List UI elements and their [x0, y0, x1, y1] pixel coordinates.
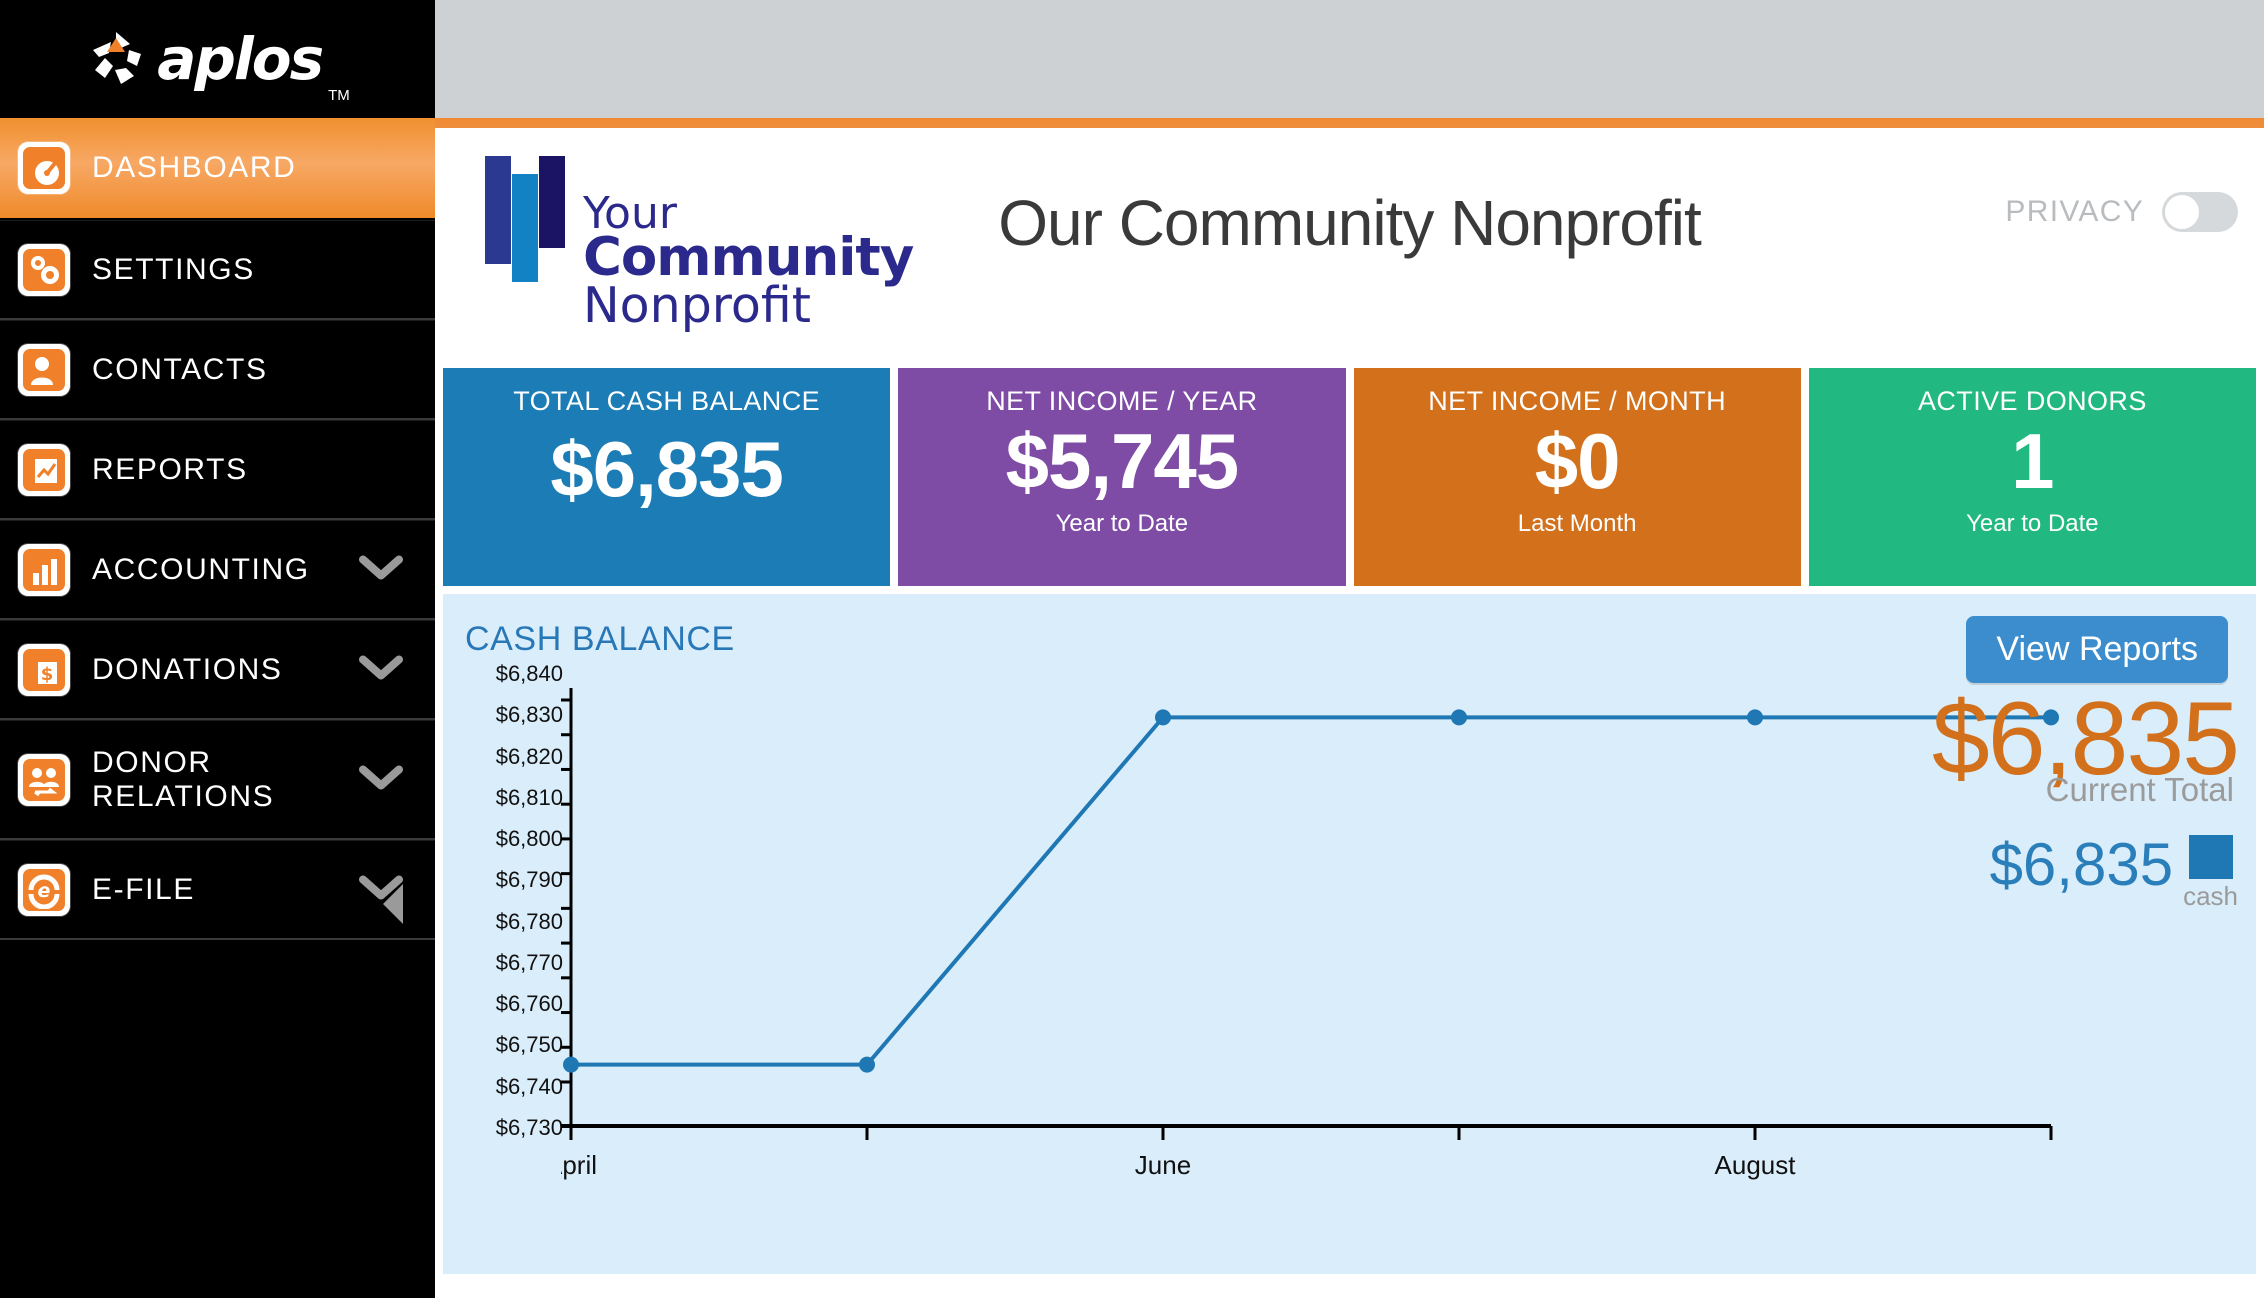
report-chart-icon	[18, 443, 70, 496]
legend-color-swatch	[2188, 834, 2233, 879]
kpi-value: $5,745	[1005, 417, 1240, 505]
kpi-subtitle: Year to Date	[1966, 510, 2099, 538]
sidebar-item-donations[interactable]: $ DONATIONS	[0, 620, 435, 720]
chart-data-point[interactable]	[563, 1056, 579, 1073]
svg-text:$: $	[41, 664, 54, 685]
sidebar-item-reports[interactable]: REPORTS	[0, 420, 435, 520]
x-axis-tick-label: June	[1135, 1150, 1191, 1180]
kpi-value: $6,835	[550, 425, 784, 513]
svg-text:e: e	[38, 880, 51, 902]
sidebar-item-label: DONOR RELATIONS	[92, 745, 275, 813]
chart-data-point[interactable]	[1747, 709, 1763, 726]
sidebar-item-label: SETTINGS	[92, 252, 255, 286]
kpi-subtitle: Year to Date	[1055, 510, 1189, 538]
dashboard-gauge-icon	[18, 142, 70, 194]
kpi-card[interactable]: NET INCOME / MONTH $0 Last Month	[1353, 368, 1801, 586]
kpi-card[interactable]: NET INCOME / YEAR $5,745 Year to Date	[898, 368, 1346, 586]
sidebar-item-accounting[interactable]: ACCOUNTING	[0, 520, 435, 620]
y-axis-tick-label: $6,760	[495, 991, 563, 1017]
trademark-mark: TM	[328, 87, 350, 104]
toggle-knob	[2165, 195, 2199, 229]
y-axis-tick-label: $6,780	[495, 908, 563, 934]
person-card-icon	[18, 343, 70, 396]
privacy-label: PRIVACY	[2005, 195, 2144, 228]
sidebar-item-label: ACCOUNTING	[92, 552, 310, 586]
kpi-title: TOTAL CASH BALANCE	[513, 386, 821, 416]
chevron-down-icon[interactable]	[359, 763, 403, 796]
sidebar-collapse-button[interactable]	[0, 846, 435, 966]
main-content: Your Community Nonprofit Our Community N…	[435, 128, 2264, 1298]
x-axis-tick-label: April	[561, 1150, 597, 1180]
aplos-wordmark: aplos	[157, 25, 324, 93]
logo-line-3: Nonprofit	[583, 277, 811, 335]
y-axis-tick-label: $6,750	[495, 1032, 563, 1058]
top-bar	[435, 0, 2264, 118]
sidebar-item-label: CONTACTS	[92, 352, 268, 386]
donation-dollar-icon: $	[18, 643, 70, 696]
main-sidebar: DASHBOARD SETTINGS CONTACTS REPORTS ACCO…	[0, 118, 435, 1298]
privacy-switch[interactable]	[2162, 192, 2238, 232]
chart-legend: $6,835 cash	[1838, 830, 2238, 912]
efile-icon: e	[18, 863, 70, 916]
kpi-subtitle: Last Month	[1517, 510, 1637, 538]
cash-balance-chart: $6,840 $6,830 $6,820 $6,810 $6,800 $6,790 $6,7…	[443, 661, 2073, 1194]
kpi-title: ACTIVE DONORS	[1918, 386, 2147, 416]
kpi-card[interactable]: TOTAL CASH BALANCE $6,835	[443, 368, 891, 586]
chevron-down-icon[interactable]	[359, 653, 403, 686]
sidebar-item-contacts[interactable]: CONTACTS	[0, 320, 435, 420]
aplos-dashboard-app: aplos TM DASHBOARD SETTINGS CONTACTS REP…	[0, 0, 2264, 1298]
sidebar-item-label: DONATIONS	[92, 652, 283, 686]
privacy-toggle[interactable]: PRIVACY	[2005, 192, 2238, 232]
kpi-title: NET INCOME / MONTH	[1428, 386, 1726, 416]
y-axis-tick-label: $6,730	[495, 1114, 563, 1140]
y-axis-tick-label: $6,790	[495, 867, 563, 893]
kpi-title: NET INCOME / YEAR	[986, 386, 1258, 416]
sidebar-item-dashboard[interactable]: DASHBOARD	[0, 118, 435, 220]
kpi-value: $0	[1534, 417, 1621, 505]
x-axis-tick-label: August	[1715, 1150, 1797, 1180]
cash-balance-title: CASH BALANCE	[465, 620, 735, 658]
chart-canvas: April June August	[561, 688, 2059, 1180]
kpi-value: 1	[2011, 417, 2054, 505]
cash-summary: $6,835 Current Total $6,835 cash	[1838, 687, 2240, 912]
y-axis-tick-label: $6,810	[495, 784, 563, 810]
organization-header: Your Community Nonprofit Our Community N…	[435, 128, 2264, 368]
two-people-icon	[18, 753, 70, 806]
kpi-cards: TOTAL CASH BALANCE $6,835 NET INCOME / YEA…	[435, 368, 2264, 586]
y-axis-tick-label: $6,770	[495, 949, 563, 975]
chart-data-point[interactable]	[1155, 709, 1171, 726]
aplos-logo[interactable]: aplos TM	[0, 0, 435, 118]
y-axis-tick-label: $6,800	[495, 826, 563, 852]
gears-icon	[18, 243, 70, 296]
y-axis-tick-label: $6,830	[495, 702, 563, 728]
bar-chart-icon	[18, 543, 70, 596]
y-axis-tick-label: $6,820	[495, 743, 563, 769]
chevron-down-icon[interactable]	[359, 553, 403, 586]
y-axis-tick-label: $6,740	[495, 1073, 563, 1099]
cash-balance-panel: CASH BALANCE View Reports $6,840 $6,830 $6…	[443, 594, 2256, 1274]
kpi-card[interactable]: ACTIVE DONORS 1 Year to Date	[1808, 368, 2256, 586]
aplos-mark-icon	[85, 28, 147, 90]
chart-line-cash	[571, 715, 2051, 1067]
sidebar-item-label: DASHBOARD	[92, 151, 297, 185]
legend-series-name: cash	[2183, 880, 2238, 911]
legend-value: $6,835	[1989, 830, 2174, 898]
y-axis-tick-label: $6,840	[495, 661, 563, 686]
chart-data-point[interactable]	[859, 1056, 875, 1073]
page-title: Our Community Nonprofit	[998, 187, 1702, 259]
chart-data-point[interactable]	[1451, 709, 1467, 726]
chart-y-axis-labels: $6,840 $6,830 $6,820 $6,810 $6,800 $6,790 $6,7…	[443, 661, 563, 1154]
orange-divider	[435, 118, 2264, 128]
sidebar-item-label: REPORTS	[92, 452, 248, 486]
sidebar-item-settings[interactable]: SETTINGS	[0, 220, 435, 320]
view-reports-button[interactable]: View Reports	[1966, 616, 2228, 683]
collapse-left-arrow-icon	[379, 880, 407, 933]
sidebar-item-donor-relations[interactable]: DONOR RELATIONS	[0, 720, 435, 840]
